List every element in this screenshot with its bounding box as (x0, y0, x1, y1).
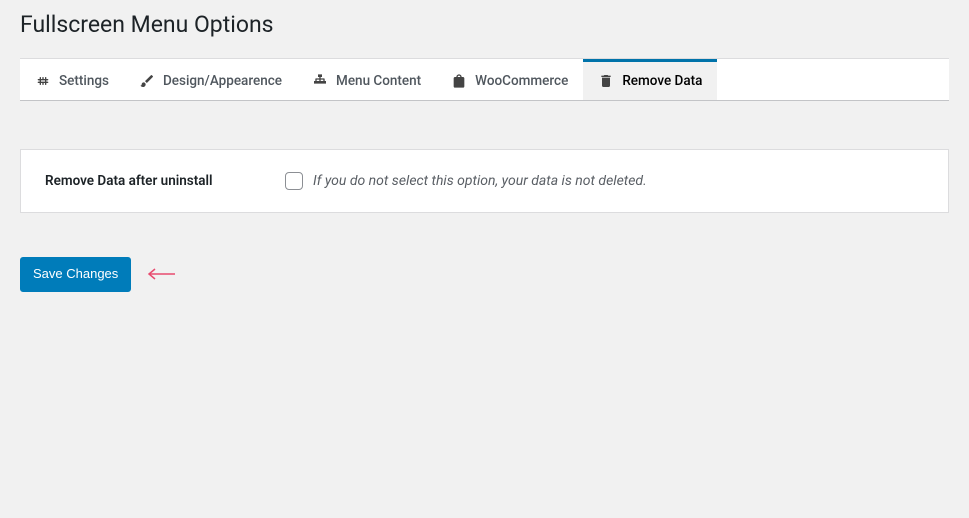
tab-menu-content[interactable]: Menu Content (297, 59, 436, 100)
remove-data-checkbox[interactable] (285, 172, 303, 190)
settings-panel: Remove Data after uninstall If you do no… (20, 149, 949, 213)
submit-row: Save Changes (20, 257, 949, 292)
arrow-annotation-icon (145, 267, 175, 281)
bag-icon (451, 73, 467, 89)
tab-label: WooCommerce (475, 73, 568, 89)
sitemap-icon (312, 73, 328, 89)
settings-icon (35, 73, 51, 89)
tab-label: Remove Data (622, 73, 702, 89)
save-changes-button[interactable]: Save Changes (20, 257, 131, 292)
tab-label: Menu Content (336, 73, 421, 89)
tab-label: Settings (59, 73, 109, 89)
tab-label: Design/Appearence (163, 73, 282, 89)
remove-data-description: If you do not select this option, your d… (313, 173, 647, 189)
tab-remove-data[interactable]: Remove Data (583, 59, 717, 100)
trash-icon (598, 73, 614, 89)
tab-design[interactable]: Design/Appearence (124, 59, 297, 100)
tab-woocommerce[interactable]: WooCommerce (436, 59, 583, 100)
remove-data-label: Remove Data after uninstall (45, 173, 285, 189)
form-row-remove-data: Remove Data after uninstall If you do no… (45, 172, 924, 190)
page-title: Fullscreen Menu Options (20, 10, 949, 40)
brush-icon (139, 73, 155, 89)
tab-settings[interactable]: Settings (20, 59, 124, 100)
admin-tabs: Settings Design/Appearence Menu Content … (20, 58, 949, 101)
